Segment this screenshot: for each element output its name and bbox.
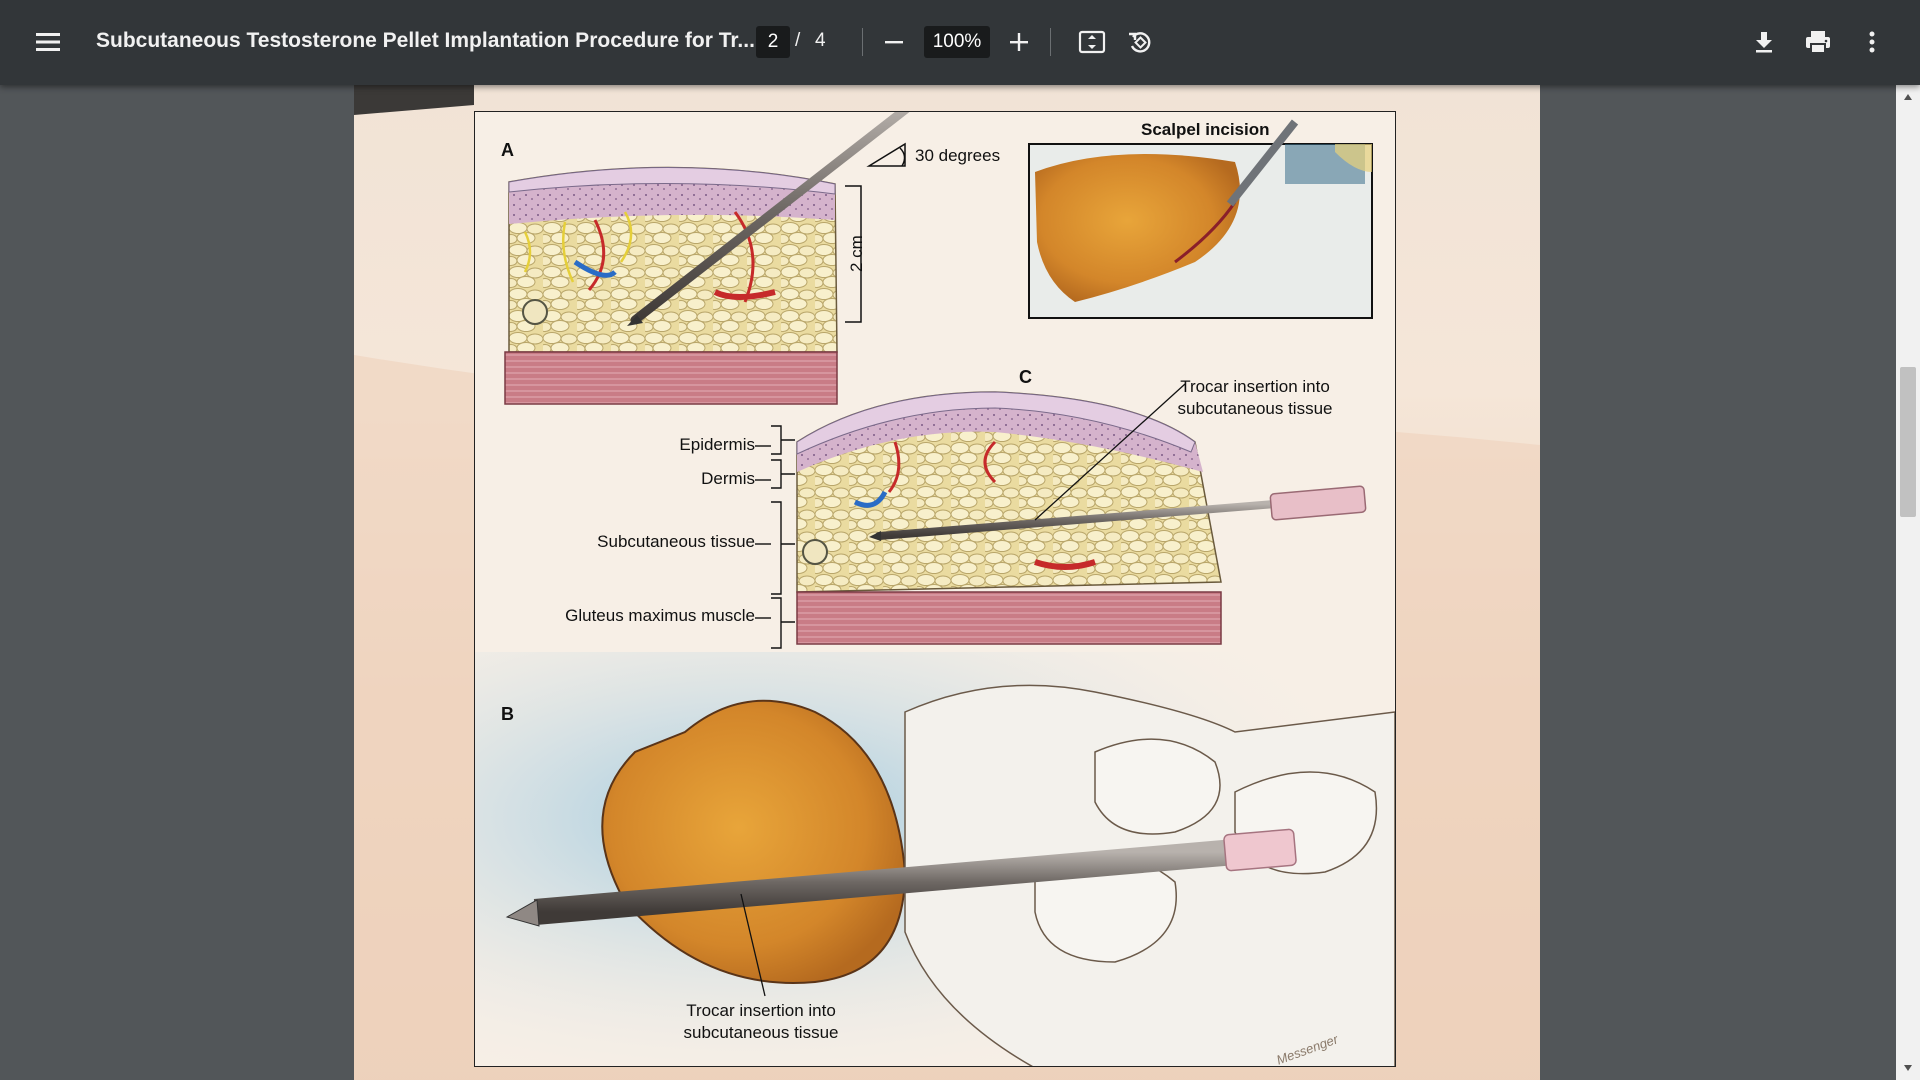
scrollbar-thumb[interactable] bbox=[1900, 367, 1916, 517]
download-icon[interactable] bbox=[1744, 22, 1784, 62]
pdf-page: A B C 30 degrees 2 cm Scalpel incision T… bbox=[354, 85, 1540, 1080]
label-gluteus-maximus: Gluteus maximus muscle bbox=[565, 606, 755, 625]
medical-illustration-figure: A B C 30 degrees 2 cm Scalpel incision T… bbox=[474, 111, 1396, 1067]
callout-line-1: Trocar insertion into bbox=[1180, 377, 1330, 396]
page-number-input[interactable]: 2 bbox=[756, 26, 790, 58]
callout-line-2: subcutaneous tissue bbox=[1177, 399, 1333, 418]
callout-line-1: Trocar insertion into bbox=[686, 1001, 836, 1020]
panel-label-c: C bbox=[1019, 367, 1032, 387]
pdf-toolbar: Subcutaneous Testosterone Pellet Implant… bbox=[0, 0, 1920, 85]
more-vertical-icon[interactable] bbox=[1852, 22, 1892, 62]
pdf-viewer[interactable]: A B C 30 degrees 2 cm Scalpel incision T… bbox=[0, 85, 1896, 1080]
callout-line-2: subcutaneous tissue bbox=[683, 1023, 839, 1042]
scroll-up-arrow-icon[interactable] bbox=[1896, 85, 1920, 109]
scroll-down-arrow-icon[interactable] bbox=[1896, 1056, 1920, 1080]
inset-title: Scalpel incision bbox=[1141, 120, 1270, 139]
label-epidermis: Epidermis bbox=[679, 435, 755, 454]
illustration-drawing bbox=[475, 112, 1395, 1066]
label-subcutaneous-tissue: Subcutaneous tissue bbox=[597, 532, 755, 551]
angle-label: 30 degrees bbox=[915, 146, 1001, 165]
toolbar-divider bbox=[1050, 28, 1051, 56]
vertical-scrollbar[interactable] bbox=[1896, 85, 1920, 1080]
panel-c-callout: Trocar insertion into subcutaneous tissu… bbox=[1165, 376, 1345, 420]
depth-label: 2 cm bbox=[847, 235, 866, 272]
toolbar-divider bbox=[862, 28, 863, 56]
label-dermis: Dermis bbox=[701, 469, 755, 488]
layer-brackets bbox=[755, 425, 795, 649]
hamburger-menu-icon[interactable] bbox=[28, 22, 68, 62]
zoom-level-input[interactable]: 100% bbox=[924, 26, 990, 58]
panel-label-a: A bbox=[501, 140, 514, 160]
panel-b-callout: Trocar insertion into subcutaneous tissu… bbox=[671, 1000, 851, 1044]
print-icon[interactable] bbox=[1798, 22, 1838, 62]
document-title: Subcutaneous Testosterone Pellet Implant… bbox=[96, 29, 755, 52]
angle-marker bbox=[866, 142, 906, 167]
page-separator: / bbox=[795, 30, 801, 51]
minus-icon[interactable] bbox=[874, 22, 914, 62]
rotate-counterclockwise-icon[interactable] bbox=[1120, 22, 1160, 62]
page-total: 4 bbox=[815, 30, 826, 51]
panel-c-tissue-block bbox=[796, 383, 1367, 645]
fit-to-page-icon[interactable] bbox=[1072, 22, 1112, 62]
plus-icon[interactable] bbox=[999, 22, 1039, 62]
panel-label-b: B bbox=[501, 704, 514, 724]
panel-b-drawing bbox=[475, 652, 1395, 1066]
scalpel-incision-inset bbox=[1028, 119, 1373, 319]
